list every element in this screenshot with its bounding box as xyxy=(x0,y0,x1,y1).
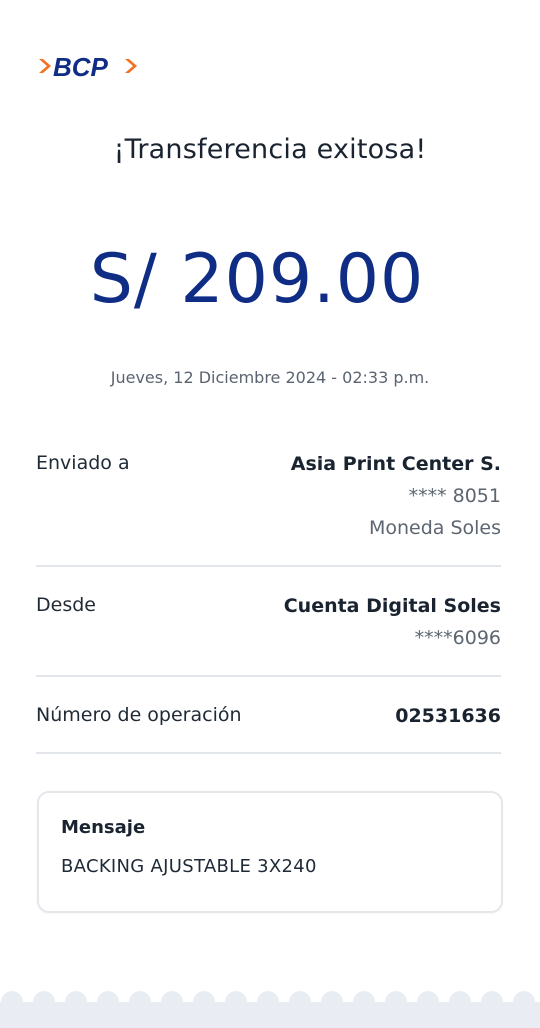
receipt-scalloped-edge xyxy=(0,990,540,1028)
bcp-logo-text: BCP xyxy=(53,52,109,82)
divider xyxy=(36,565,501,567)
divider xyxy=(36,675,501,677)
bcp-logo-icon: BCP xyxy=(36,50,140,82)
transfer-datetime: Jueves, 12 Diciembre 2024 - 02:33 p.m. xyxy=(110,368,430,387)
divider xyxy=(36,752,501,754)
transfer-amount: S/ 209.00 xyxy=(89,240,425,319)
recipient-name: Asia Print Center S. xyxy=(290,453,501,475)
sent-to-values: Asia Print Center S. **** 8051 Moneda So… xyxy=(291,448,501,544)
operation-values: 02531636 xyxy=(395,700,501,732)
sent-to-row: Enviado a Asia Print Center S. **** 8051… xyxy=(36,450,501,550)
source-account-name: Cuenta Digital Soles xyxy=(283,595,501,617)
source-account-number: ****6096 xyxy=(414,627,501,649)
message-card: Mensaje BACKING AJUSTABLE 3X240 xyxy=(37,791,503,913)
recipient-account: **** 8051 xyxy=(408,485,501,507)
success-title: ¡Transferencia exitosa! xyxy=(113,134,427,165)
from-row: Desde Cuenta Digital Soles ****6096 xyxy=(36,592,501,662)
message-text: BACKING AJUSTABLE 3X240 xyxy=(61,856,317,877)
from-label: Desde xyxy=(36,594,96,616)
sent-to-label: Enviado a xyxy=(36,452,130,474)
operation-label: Número de operación xyxy=(36,704,242,726)
operation-row: Número de operación 02531636 xyxy=(36,702,501,734)
message-title: Mensaje xyxy=(61,817,146,838)
operation-number: 02531636 xyxy=(395,705,501,727)
recipient-currency: Moneda Soles xyxy=(368,517,501,539)
from-values: Cuenta Digital Soles ****6096 xyxy=(284,590,501,654)
transfer-receipt-screen: BCP ¡Transferencia exitosa! S/ 209.00 Ju… xyxy=(0,0,540,1028)
